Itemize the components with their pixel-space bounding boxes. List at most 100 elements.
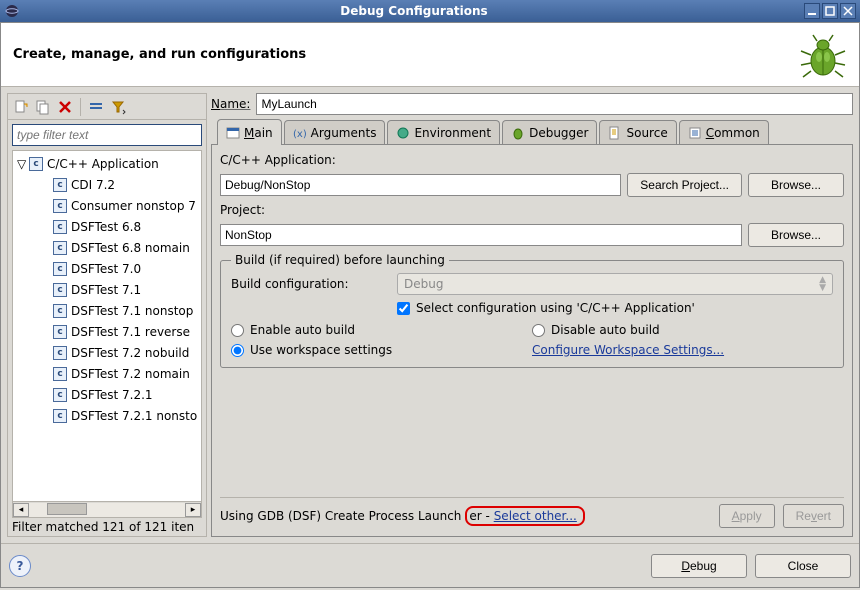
disable-auto-build-radio[interactable]: Disable auto build (532, 323, 833, 337)
tree-item[interactable]: cDSFTest 7.1 (13, 279, 201, 300)
enable-auto-build-input[interactable] (231, 324, 244, 337)
scroll-track[interactable] (29, 503, 185, 517)
c-app-icon: c (29, 157, 43, 171)
debug-button[interactable]: Debug (651, 554, 747, 578)
tree-item-label: DSFTest 6.8 nomain (71, 241, 190, 255)
delete-config-icon[interactable] (56, 98, 74, 116)
app-input[interactable] (220, 174, 621, 196)
tree-item-label: CDI 7.2 (71, 178, 115, 192)
window-title: Debug Configurations (24, 4, 804, 18)
c-app-icon: c (53, 367, 67, 381)
new-config-icon[interactable] (12, 98, 30, 116)
use-workspace-label: Use workspace settings (250, 343, 392, 357)
enable-auto-build-label: Enable auto build (250, 323, 355, 337)
close-footer-button[interactable]: Close (755, 554, 851, 578)
footer: ? Debug Close (1, 543, 859, 587)
project-input[interactable] (220, 224, 742, 246)
name-input[interactable] (256, 93, 853, 115)
header: Create, manage, and run configurations (1, 23, 859, 87)
bug-icon (799, 31, 847, 79)
c-app-icon: c (53, 199, 67, 213)
tree-item[interactable]: cDSFTest 7.0 (13, 258, 201, 279)
select-using-app-label: Select configuration using 'C/C++ Applic… (416, 301, 695, 315)
tree-item-label: Consumer nonstop 7 (71, 199, 196, 213)
c-app-icon: c (53, 304, 67, 318)
c-app-icon: c (53, 220, 67, 234)
use-workspace-radio[interactable]: Use workspace settings (231, 343, 532, 357)
tab-label: Source (626, 126, 667, 140)
tree-item-label: DSFTest 7.1 reverse (71, 325, 190, 339)
header-title: Create, manage, and run configurations (13, 47, 799, 62)
enable-auto-build-radio[interactable]: Enable auto build (231, 323, 532, 337)
search-project-button[interactable]: Search Project... (627, 173, 742, 197)
tree-item[interactable]: c DSFTest 7.1 reverse (13, 321, 201, 342)
main-tab-icon (226, 126, 240, 140)
select-using-app-input[interactable] (397, 302, 410, 315)
collapse-all-icon[interactable] (87, 98, 105, 116)
tab-label: Main (244, 126, 273, 140)
build-config-label: Build configuration: (231, 277, 391, 291)
tree-item[interactable]: cDSFTest 7.2.1 (13, 384, 201, 405)
tree-root[interactable]: ▽ c C/C++ Application (13, 153, 201, 174)
browse-project-button[interactable]: Browse... (748, 223, 844, 247)
configure-workspace-link[interactable]: Configure Workspace Settings... (532, 343, 833, 357)
tree-scroll[interactable]: ▽ c C/C++ Application cCDI 7.2 cConsumer… (13, 151, 201, 501)
tree-item[interactable]: cDSFTest 7.2 nobuild (13, 342, 201, 363)
tree-item-label: DSFTest 7.2.1 nonsto (71, 409, 197, 423)
apply-button[interactable]: Apply (719, 504, 775, 528)
filter-input[interactable] (12, 124, 202, 146)
launcher-text: Using GDB (DSF) Create Process Launch (220, 509, 461, 523)
tab-environment[interactable]: Environment (387, 120, 500, 144)
c-app-icon: c (53, 325, 67, 339)
duplicate-config-icon[interactable] (34, 98, 52, 116)
maximize-button[interactable] (822, 3, 838, 19)
name-row: Name: (211, 93, 853, 115)
tab-debugger[interactable]: Debugger (502, 120, 597, 144)
use-workspace-input[interactable] (231, 344, 244, 357)
tab-arguments[interactable]: (x) Arguments (284, 120, 386, 144)
tree-item-label: DSFTest 7.0 (71, 262, 141, 276)
tree-item-label: DSFTest 7.2 nobuild (71, 346, 189, 360)
scroll-left-icon[interactable]: ◂ (13, 503, 29, 517)
tree-item[interactable]: cDSFTest 7.2.1 nonsto (13, 405, 201, 426)
tree-item[interactable]: c DSFTest 6.8 (13, 216, 201, 237)
scroll-right-icon[interactable]: ▸ (185, 503, 201, 517)
filter-status: Filter matched 121 of 121 iten (8, 518, 206, 536)
select-other-link[interactable]: Select other... (494, 509, 577, 523)
tree-item[interactable]: cDSFTest 6.8 nomain (13, 237, 201, 258)
disable-auto-build-label: Disable auto build (551, 323, 660, 337)
help-icon[interactable]: ? (9, 555, 31, 577)
eclipse-icon (4, 3, 20, 19)
tree-item[interactable]: c Consumer nonstop 7 (13, 195, 201, 216)
tree-hscrollbar[interactable]: ◂ ▸ (13, 501, 201, 517)
minimize-button[interactable] (804, 3, 820, 19)
tree-item-label: DSFTest 7.2.1 (71, 388, 153, 402)
tab-label: Common (706, 126, 760, 140)
chevron-down-icon[interactable]: ▽ (17, 157, 29, 171)
tree-item[interactable]: cCDI 7.2 (13, 174, 201, 195)
common-tab-icon (688, 126, 702, 140)
tree-item[interactable]: c DSFTest 7.1 nonstop (13, 300, 201, 321)
left-panel: ▽ c C/C++ Application cCDI 7.2 cConsumer… (7, 93, 207, 537)
tab-main[interactable]: Main (217, 119, 282, 145)
close-button[interactable] (840, 3, 856, 19)
scroll-thumb[interactable] (47, 503, 87, 515)
browse-app-button[interactable]: Browse... (748, 173, 844, 197)
build-fieldset: Build (if required) before launching Bui… (220, 253, 844, 368)
build-config-value: Debug (404, 277, 443, 291)
tab-label: Debugger (529, 126, 588, 140)
tree-item[interactable]: cDSFTest 7.2 nomain (13, 363, 201, 384)
tree-item-label: DSFTest 6.8 (71, 220, 141, 234)
filter-dropdown-icon[interactable] (109, 98, 127, 116)
build-legend: Build (if required) before launching (231, 253, 449, 267)
disable-auto-build-input[interactable] (532, 324, 545, 337)
tab-source[interactable]: Source (599, 120, 676, 144)
tree-item-label: DSFTest 7.1 nonstop (71, 304, 193, 318)
build-config-select[interactable]: Debug ▲▼ (397, 273, 833, 295)
select-using-app-checkbox[interactable]: Select configuration using 'C/C++ Applic… (397, 301, 695, 315)
tree-root-label: C/C++ Application (47, 157, 159, 171)
source-tab-icon (608, 126, 622, 140)
revert-button[interactable]: Revert (783, 504, 844, 528)
toolbar-separator (80, 98, 81, 116)
tab-common[interactable]: Common (679, 120, 769, 144)
